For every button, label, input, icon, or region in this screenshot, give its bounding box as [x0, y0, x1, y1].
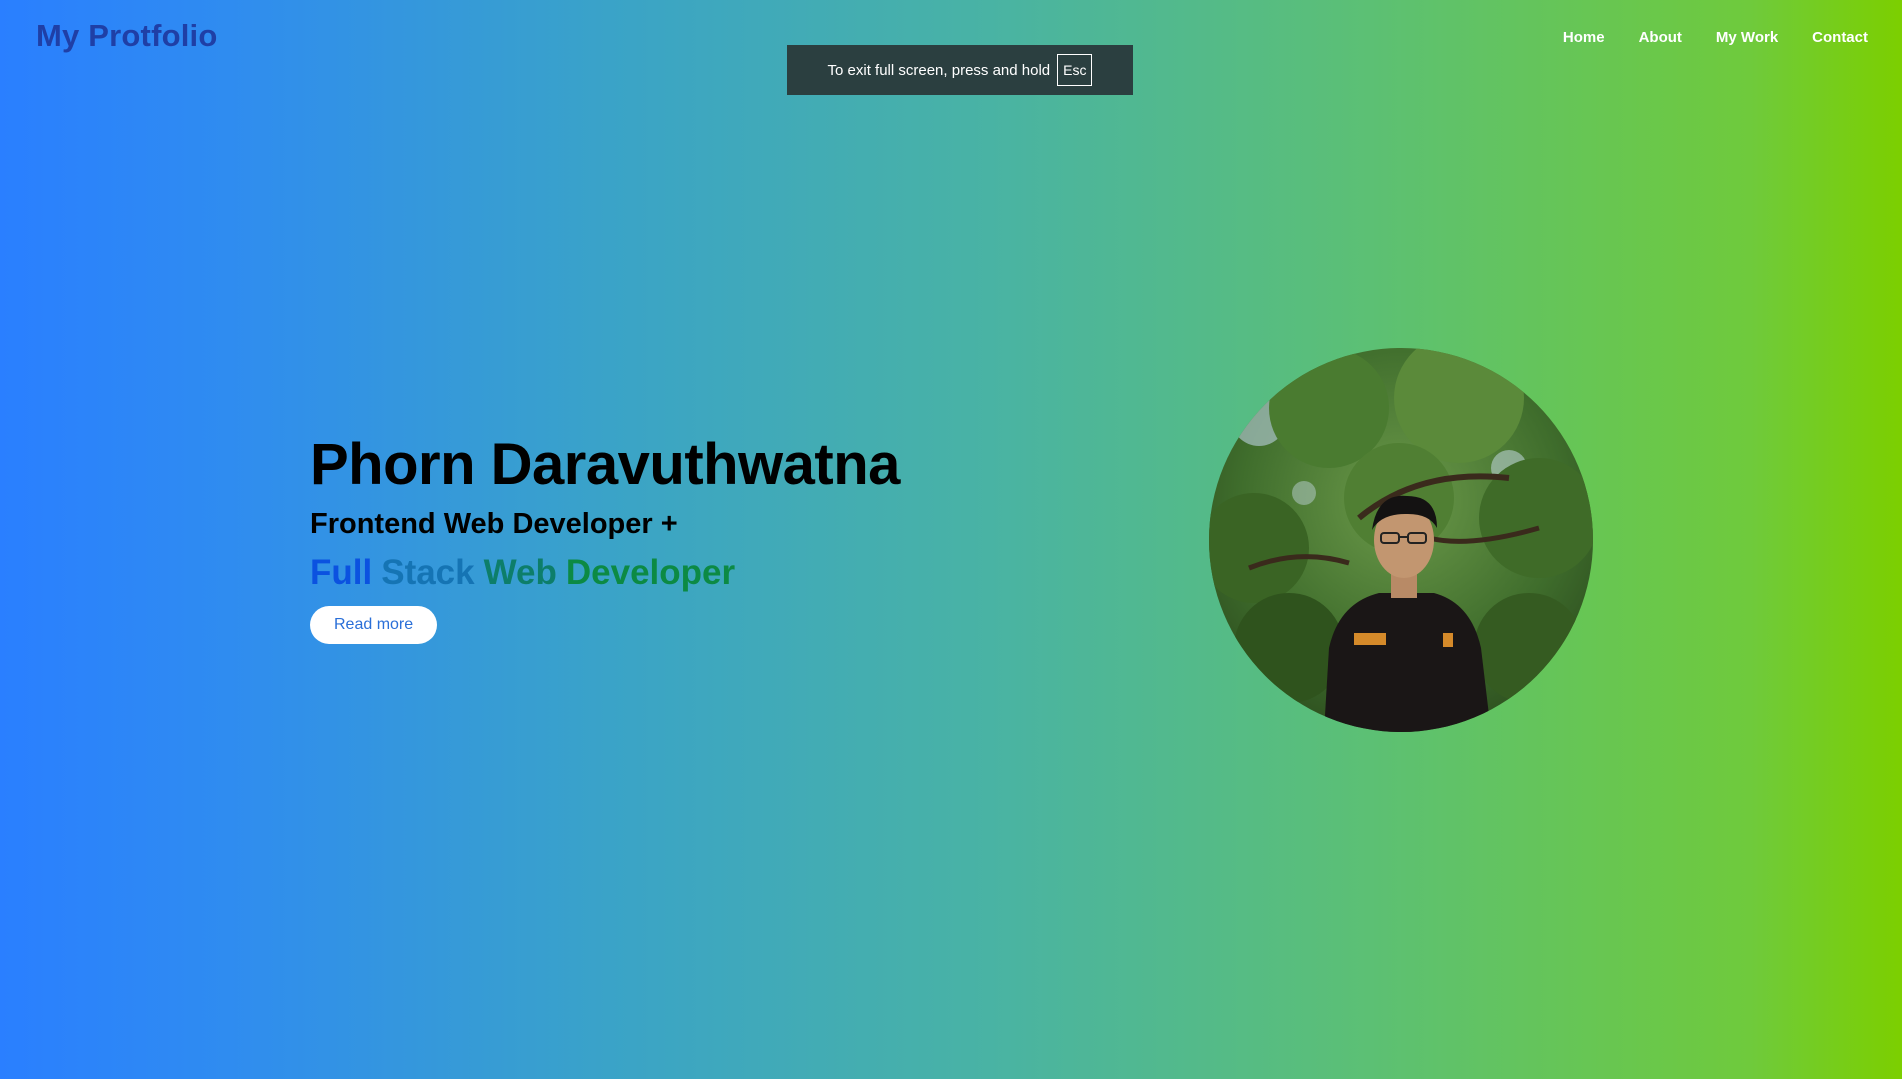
hero-role: Frontend Web Developer +: [310, 508, 678, 540]
nav-about[interactable]: About: [1639, 29, 1682, 46]
toast-message: To exit full screen, press and hold: [827, 61, 1051, 79]
read-more-button[interactable]: Read more: [310, 606, 438, 644]
nav-home[interactable]: Home: [1563, 29, 1605, 46]
stack-word-developer: Developer: [565, 553, 736, 592]
stack-word-full: Full: [310, 553, 373, 592]
esc-key-badge: Esc: [1057, 54, 1093, 86]
site-logo[interactable]: My Protfolio: [36, 18, 218, 54]
nav-contact[interactable]: Contact: [1812, 29, 1868, 46]
hero-section: Phorn Daravuthwatna Frontend Web Develop…: [310, 430, 1110, 644]
hero-name: Phorn Daravuthwatna: [310, 432, 900, 497]
profile-photo-illustration: [1209, 348, 1593, 732]
nav-my-work[interactable]: My Work: [1716, 29, 1778, 46]
profile-photo: [1209, 348, 1593, 732]
fullscreen-exit-toast: To exit full screen, press and hold Esc: [787, 45, 1133, 95]
main-nav: Home About My Work Contact: [1529, 29, 1868, 46]
hero-stack-title: Full Stack Web Developer: [310, 550, 1110, 596]
stack-word-stack: Stack: [381, 553, 475, 592]
stack-word-web: Web: [483, 553, 557, 592]
